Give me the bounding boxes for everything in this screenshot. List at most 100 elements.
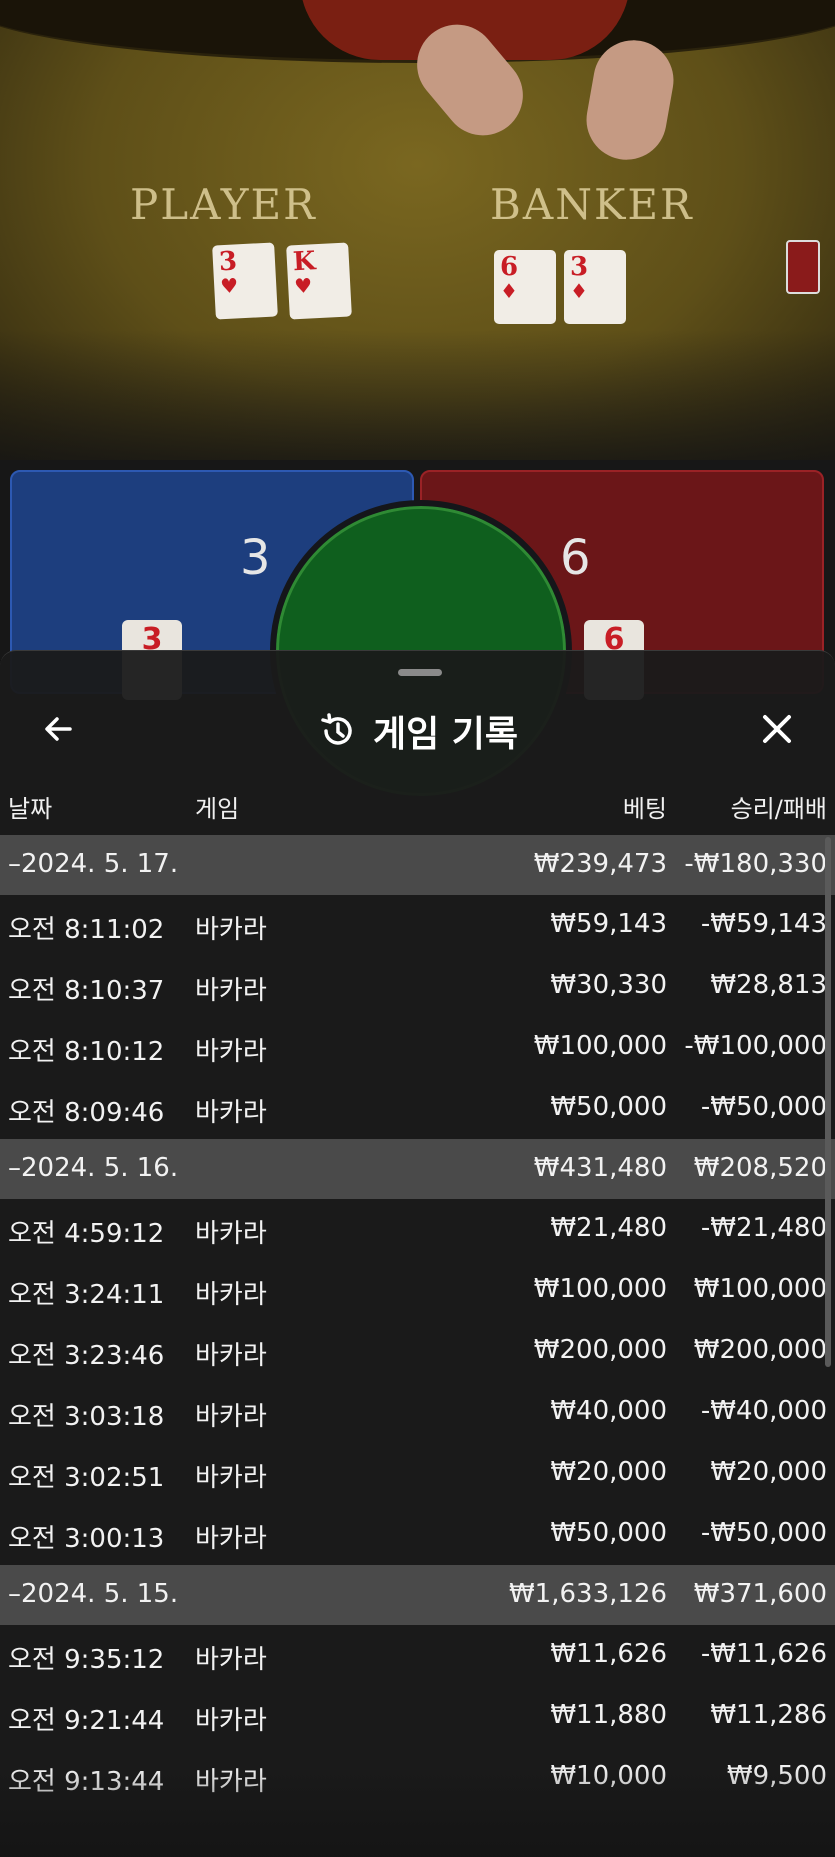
row-bet: ₩40,000 [550, 1396, 667, 1426]
row-bet: ₩100,000 [533, 1031, 667, 1061]
date-group-row[interactable]: –2024. 5. 15. ₩1,633,126 ₩371,600 [0, 1565, 835, 1625]
heart-suit-icon: ♥ [219, 273, 239, 299]
row-result: -₩50,000 [700, 1518, 827, 1548]
panel-title: 게임 기록 [372, 714, 518, 755]
row-time: 오전 9:35:12 [8, 1645, 165, 1675]
group-date: –2024. 5. 15. [8, 1579, 179, 1609]
banker-table-label: BANKER [490, 180, 694, 229]
row-game: 바카라 [195, 1463, 267, 1493]
close-button[interactable] [749, 701, 805, 757]
heart-suit-icon: ♥ [293, 273, 313, 299]
column-game: 게임 [195, 795, 240, 823]
row-bet: ₩50,000 [550, 1092, 667, 1122]
row-game: 바카라 [195, 976, 267, 1006]
row-time: 오전 8:11:02 [8, 915, 165, 945]
banker-card-1: 6 ♦ [494, 250, 556, 324]
history-row[interactable]: 오전 3:02:51 바카라 ₩20,000 ₩20,000 [0, 1443, 835, 1504]
scrollbar[interactable] [825, 837, 831, 1367]
row-bet: ₩30,330 [550, 970, 667, 1000]
drag-handle[interactable] [398, 669, 442, 676]
row-time: 오전 8:10:12 [8, 1037, 165, 1067]
row-game: 바카라 [195, 1037, 267, 1067]
row-result: -₩40,000 [700, 1396, 827, 1426]
panel-title-group: 게임 기록 [0, 705, 835, 757]
row-result: ₩200,000 [693, 1335, 827, 1365]
panel-header: 게임 기록 [0, 691, 835, 771]
row-result: ₩9,500 [726, 1761, 827, 1791]
history-row[interactable]: 오전 3:23:46 바카라 ₩200,000 ₩200,000 [0, 1321, 835, 1382]
row-time: 오전 4:59:12 [8, 1219, 165, 1249]
history-row[interactable]: 오전 8:11:02 바카라 ₩59,143 -₩59,143 [0, 895, 835, 956]
row-time: 오전 9:21:44 [8, 1706, 165, 1736]
close-icon [763, 715, 791, 743]
group-result-total: ₩208,520 [693, 1153, 827, 1183]
row-bet: ₩11,880 [550, 1700, 667, 1730]
history-row[interactable]: 오전 8:09:46 바카라 ₩50,000 -₩50,000 [0, 1078, 835, 1139]
player-card-2: K ♥ [286, 242, 352, 320]
history-row[interactable]: 오전 3:03:18 바카라 ₩40,000 -₩40,000 [0, 1382, 835, 1443]
player-table-label: PLAYER [130, 180, 317, 229]
history-row[interactable]: 오전 3:00:13 바카라 ₩50,000 -₩50,000 [0, 1504, 835, 1565]
row-game: 바카라 [195, 1767, 267, 1797]
group-bet-total: ₩1,633,126 [508, 1579, 667, 1609]
history-row[interactable]: 오전 9:35:12 바카라 ₩11,626 -₩11,626 [0, 1625, 835, 1686]
row-result: -₩11,626 [700, 1639, 827, 1669]
row-result: -₩59,143 [700, 909, 827, 939]
card-shoe [786, 240, 820, 294]
group-result-total: ₩371,600 [693, 1579, 827, 1609]
history-row[interactable]: 오전 4:59:12 바카라 ₩21,480 -₩21,480 [0, 1199, 835, 1260]
column-header-row: 날짜 게임 베팅 승리/패배 [0, 779, 835, 829]
row-game: 바카라 [195, 915, 267, 945]
game-table-video: PLAYER BANKER 3 ♥ K ♥ 6 ♦ 3 ♦ [0, 0, 835, 470]
card-rank: 3 [570, 252, 589, 282]
history-row[interactable]: 오전 3:24:11 바카라 ₩100,000 ₩100,000 [0, 1260, 835, 1321]
group-date: –2024. 5. 16. [8, 1153, 179, 1183]
history-list[interactable]: –2024. 5. 17. ₩239,473 -₩180,330 오전 8:11:02… [0, 835, 835, 1808]
row-bet: ₩200,000 [533, 1335, 667, 1365]
history-row[interactable]: 오전 8:10:37 바카라 ₩30,330 ₩28,813 [0, 956, 835, 1017]
history-icon [321, 713, 352, 745]
row-time: 오전 3:02:51 [8, 1463, 165, 1493]
card-rank: 6 [500, 252, 519, 282]
row-result: -₩50,000 [700, 1092, 827, 1122]
card-rank: K [292, 246, 317, 278]
diamond-suit-icon: ♦ [570, 279, 588, 303]
row-bet: ₩10,000 [550, 1761, 667, 1791]
date-group-row[interactable]: –2024. 5. 16. ₩431,480 ₩208,520 [0, 1139, 835, 1199]
row-game: 바카라 [195, 1098, 267, 1128]
row-game: 바카라 [195, 1524, 267, 1554]
row-time: 오전 9:13:44 [8, 1767, 165, 1797]
row-bet: ₩21,480 [550, 1213, 667, 1243]
row-time: 오전 8:10:37 [8, 976, 165, 1006]
row-time: 오전 3:00:13 [8, 1524, 165, 1554]
group-date: –2024. 5. 17. [8, 849, 179, 879]
group-result-total: -₩180,330 [684, 849, 827, 879]
row-game: 바카라 [195, 1219, 267, 1249]
group-bet-total: ₩431,480 [533, 1153, 667, 1183]
row-bet: ₩50,000 [550, 1518, 667, 1548]
banker-score: 6 [560, 530, 591, 586]
player-card-1: 3 ♥ [212, 242, 278, 320]
row-result: -₩21,480 [700, 1213, 827, 1243]
row-result: ₩11,286 [710, 1700, 827, 1730]
column-result: 승리/패배 [730, 795, 827, 823]
history-row[interactable]: 오전 9:21:44 바카라 ₩11,880 ₩11,286 [0, 1686, 835, 1747]
row-result: ₩28,813 [710, 970, 827, 1000]
history-row[interactable]: 오전 9:13:44 바카라 ₩10,000 ₩9,500 [0, 1747, 835, 1808]
row-bet: ₩11,626 [550, 1639, 667, 1669]
date-group-row[interactable]: –2024. 5. 17. ₩239,473 -₩180,330 [0, 835, 835, 895]
row-game: 바카라 [195, 1341, 267, 1371]
history-row[interactable]: 오전 8:10:12 바카라 ₩100,000 -₩100,000 [0, 1017, 835, 1078]
row-time: 오전 3:23:46 [8, 1341, 165, 1371]
banker-card-2: 3 ♦ [564, 250, 626, 324]
row-time: 오전 3:03:18 [8, 1402, 165, 1432]
group-bet-total: ₩239,473 [533, 849, 667, 879]
row-result: ₩100,000 [693, 1274, 827, 1304]
row-bet: ₩100,000 [533, 1274, 667, 1304]
row-bet: ₩59,143 [550, 909, 667, 939]
row-time: 오전 8:09:46 [8, 1098, 165, 1128]
column-date: 날짜 [8, 795, 53, 823]
row-game: 바카라 [195, 1706, 267, 1736]
row-bet: ₩20,000 [550, 1457, 667, 1487]
row-game: 바카라 [195, 1280, 267, 1310]
